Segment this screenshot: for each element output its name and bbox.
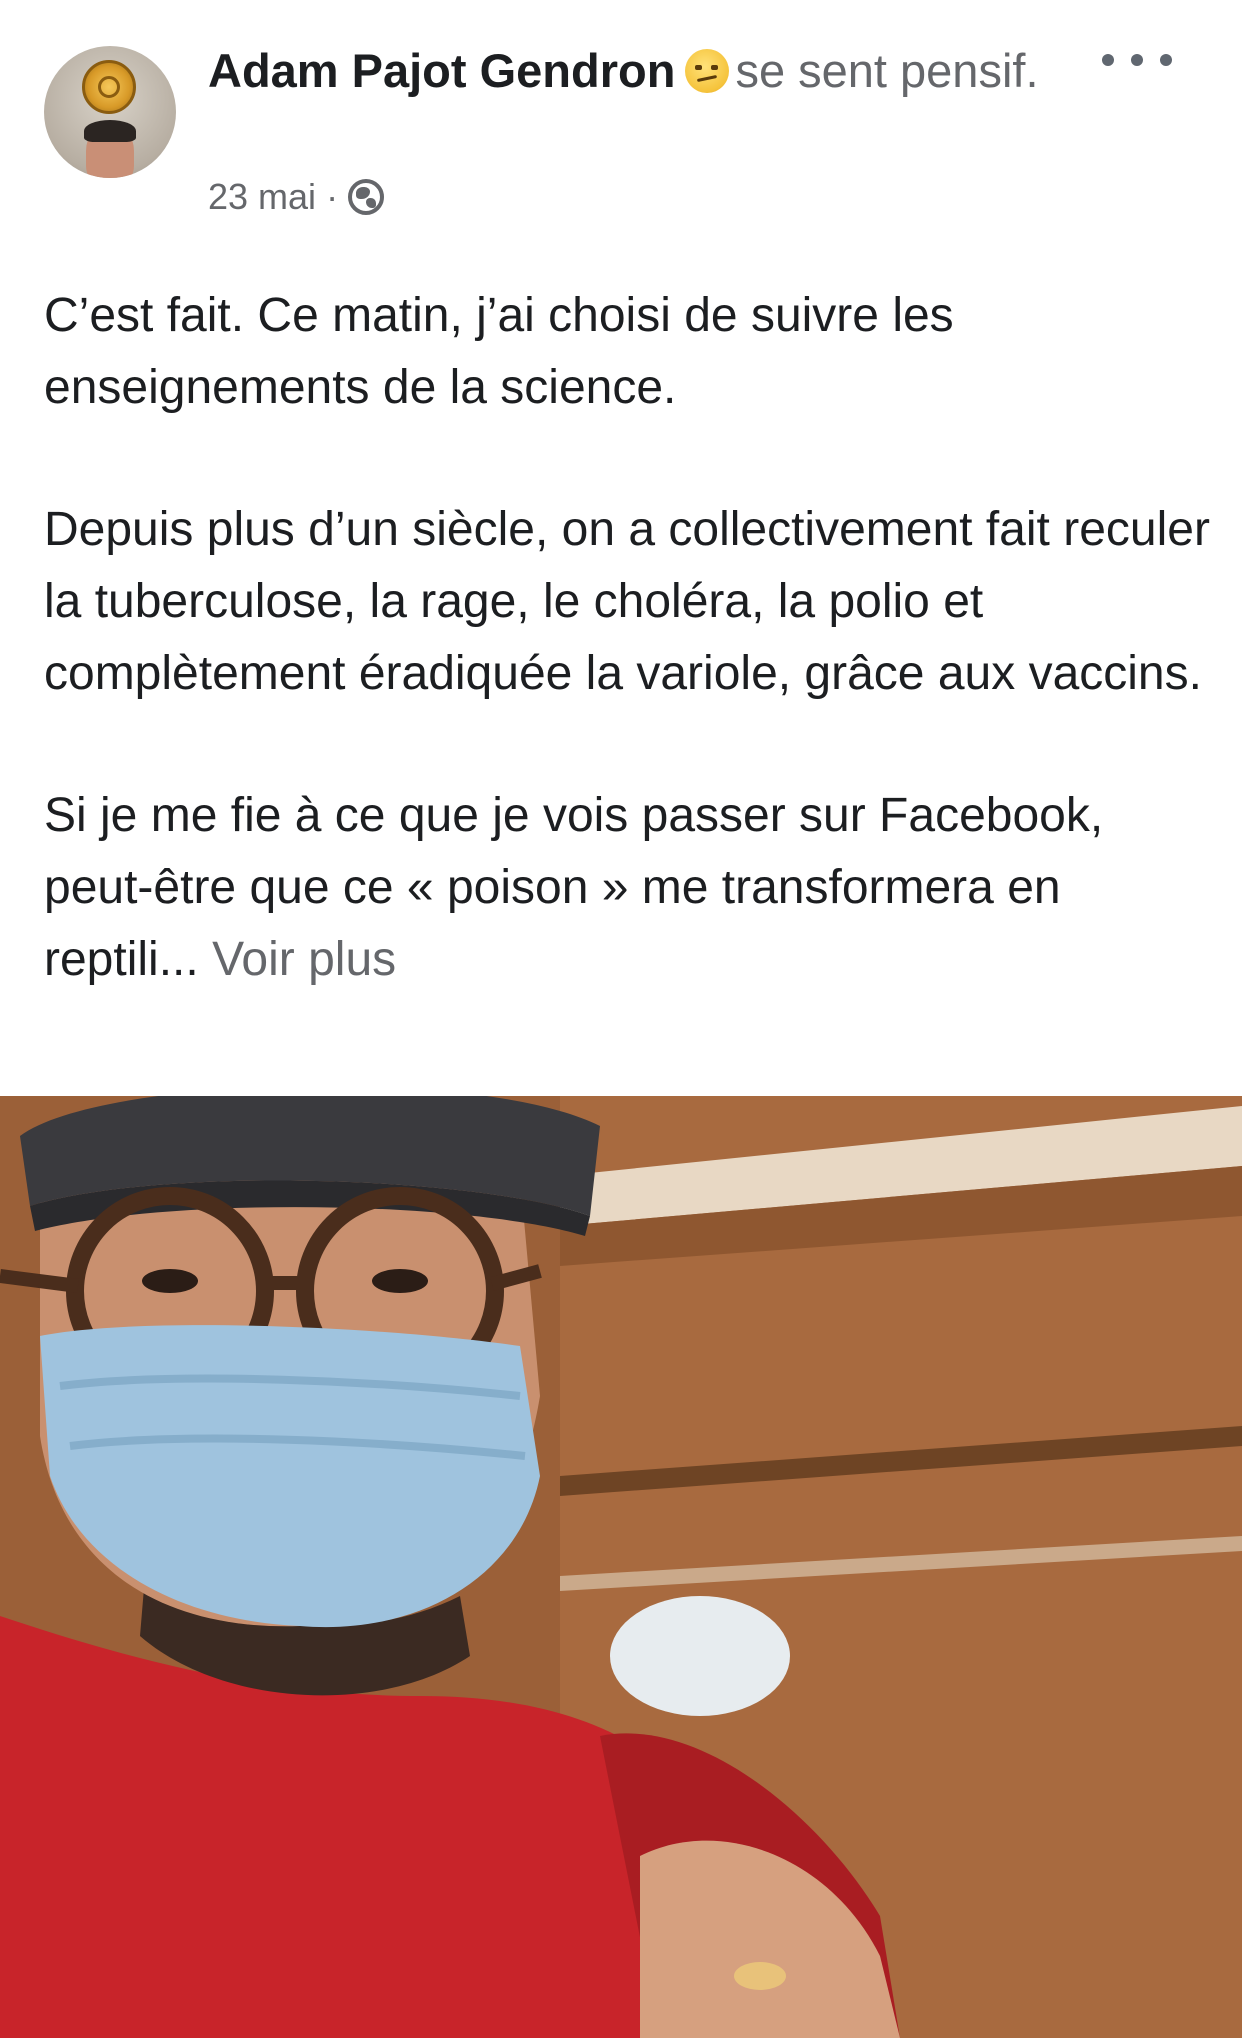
more-options-icon[interactable] bbox=[1102, 40, 1172, 80]
post-date[interactable]: 23 mai bbox=[208, 176, 316, 218]
post-paragraph-text: Si je me fie à ce que je vois passer sur… bbox=[44, 789, 1104, 986]
author-line: Adam Pajot Gendron se sent pensif. bbox=[208, 42, 1108, 100]
medal-icon bbox=[82, 60, 136, 114]
author-name[interactable]: Adam Pajot Gendron bbox=[208, 44, 675, 97]
dot-icon bbox=[1102, 54, 1114, 66]
post-photo[interactable] bbox=[0, 1096, 1242, 2038]
post-paragraph: C’est fait. Ce matin, j’ai choisi de sui… bbox=[44, 289, 954, 414]
facebook-post: Adam Pajot Gendron se sent pensif. 23 mai… bbox=[0, 0, 1242, 2038]
post-meta: 23 mai · bbox=[208, 176, 385, 218]
post-paragraph: Depuis plus d’un siècle, on a collective… bbox=[44, 503, 1210, 700]
author-avatar[interactable] bbox=[44, 46, 176, 178]
post-header: Adam Pajot Gendron se sent pensif. 23 mai… bbox=[0, 0, 1242, 260]
selfie-image bbox=[0, 1096, 1242, 2038]
post-text: C’est fait. Ce matin, j’ai choisi de sui… bbox=[44, 280, 1214, 996]
avatar-face bbox=[84, 120, 136, 178]
see-more-link[interactable]: Voir plus bbox=[212, 933, 396, 986]
dot-icon bbox=[1160, 54, 1172, 66]
meta-separator: · bbox=[326, 176, 339, 217]
dot-icon bbox=[1131, 54, 1143, 66]
post-paragraph-last: Si je me fie à ce que je vois passer sur… bbox=[44, 780, 1214, 996]
pensive-face-icon bbox=[685, 49, 730, 93]
globe-icon[interactable] bbox=[348, 179, 385, 215]
feeling-text: se sent pensif. bbox=[735, 44, 1039, 97]
